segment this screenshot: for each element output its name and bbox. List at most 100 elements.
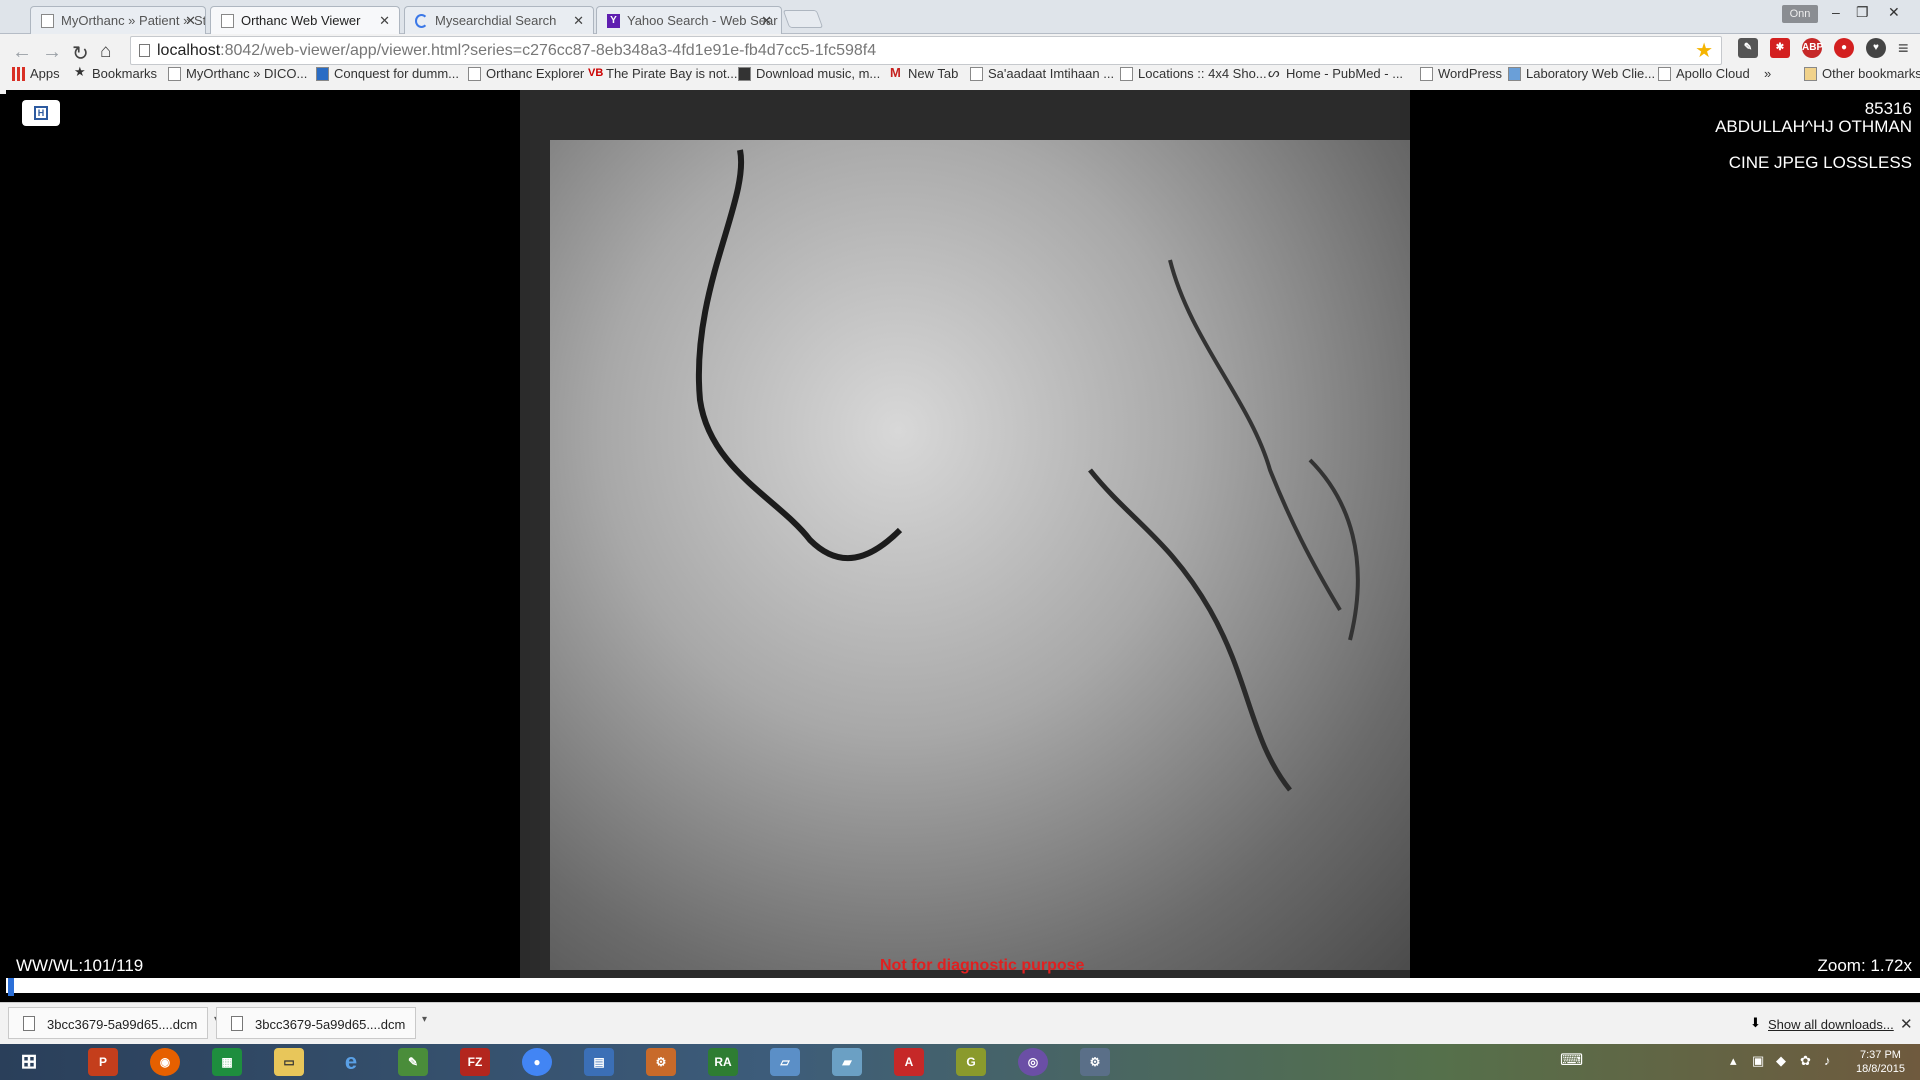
tray-app-icon[interactable]: ◆ <box>1776 1053 1786 1069</box>
download-item[interactable]: 3bcc3679-5a99d65....dcm ▾ <box>216 1007 427 1039</box>
powerpoint-icon[interactable]: P <box>88 1048 118 1076</box>
windows-start-icon[interactable]: ⊞ <box>14 1048 44 1076</box>
system-clock[interactable]: 7:37 PM 18/8/2015 <box>1856 1048 1905 1076</box>
internet-explorer-icon[interactable]: e <box>336 1048 366 1076</box>
download-filename: 3bcc3679-5a99d65....dcm <box>47 1017 198 1032</box>
back-icon[interactable]: ← <box>12 41 32 64</box>
adblock-icon[interactable]: ABP <box>1802 38 1823 58</box>
store-icon[interactable]: ▦ <box>212 1048 242 1076</box>
bookmark-other[interactable]: Other bookmarks <box>1804 66 1920 81</box>
close-downloads-icon[interactable]: ✕ <box>1900 1015 1913 1033</box>
zoom-readout: Zoom: 1.72x <box>1817 956 1913 975</box>
close-icon[interactable]: ✕ <box>185 13 196 29</box>
car-icon <box>738 67 751 81</box>
site-icon <box>316 67 329 81</box>
extension-icon[interactable]: ✎ <box>1738 38 1758 58</box>
new-tab-button[interactable] <box>782 10 824 28</box>
bookmarks-overflow[interactable]: » <box>1764 66 1771 81</box>
frame-slider[interactable] <box>6 978 1920 996</box>
pocket-icon[interactable]: ♥ <box>1866 38 1886 58</box>
reload-icon[interactable]: ↻ <box>72 41 89 66</box>
forward-icon[interactable]: → <box>42 41 62 64</box>
firefox-icon[interactable]: ◉ <box>150 1048 180 1076</box>
catheter-path <box>695 149 903 561</box>
page-icon <box>1120 67 1133 81</box>
slider-handle[interactable] <box>8 978 14 996</box>
keyboard-icon[interactable]: ⌨ <box>1560 1050 1583 1070</box>
app-icon[interactable]: ▰ <box>832 1048 862 1076</box>
app-g-icon[interactable]: G <box>956 1048 986 1076</box>
network-icon[interactable]: ▣ <box>1752 1053 1764 1069</box>
tray-app-icon[interactable]: ✿ <box>1800 1053 1811 1069</box>
file-icon <box>23 1016 35 1031</box>
bookmark-apollo[interactable]: Apollo Cloud <box>1658 66 1750 81</box>
app-icon[interactable]: ▱ <box>770 1048 800 1076</box>
close-icon[interactable]: ✕ <box>379 13 390 29</box>
bookmark-laboratory[interactable]: Laboratory Web Clie... <box>1508 66 1655 81</box>
menu-icon[interactable]: ≡ <box>1898 38 1909 59</box>
loading-icon <box>415 14 428 28</box>
layout-button[interactable]: H <box>22 100 60 126</box>
profile-button[interactable]: Onn <box>1782 5 1818 23</box>
tab-yahoo-search[interactable]: Y Yahoo Search - Web Sear ✕ <box>596 6 782 34</box>
file-explorer-icon[interactable]: ▭ <box>274 1048 304 1076</box>
angiography-image[interactable] <box>520 90 1410 978</box>
download-item[interactable]: 3bcc3679-5a99d65....dcm ▾ <box>8 1007 219 1039</box>
bookmark-locations[interactable]: Locations :: 4x4 Sho... <box>1120 66 1267 81</box>
bookmark-bookmarks[interactable]: ★ Bookmarks <box>74 64 157 81</box>
bookmark-orthanc-explorer[interactable]: Orthanc Explorer <box>468 66 584 81</box>
control-panel-icon[interactable]: ▤ <box>584 1048 614 1076</box>
lastpass-icon[interactable]: ✱ <box>1770 38 1790 58</box>
tab-label: Orthanc Web Viewer <box>241 13 361 28</box>
filezilla-icon[interactable]: FZ <box>460 1048 490 1076</box>
minimize-icon[interactable]: – <box>1832 4 1840 20</box>
page-icon <box>468 67 481 81</box>
home-icon[interactable]: ⌂ <box>100 41 111 63</box>
tab-orthanc-web-viewer[interactable]: Orthanc Web Viewer ✕ <box>210 6 400 35</box>
chrome-icon[interactable]: ● <box>522 1048 552 1076</box>
bookmark-label: Download music, m... <box>756 66 881 81</box>
app-icon[interactable]: ⚙ <box>646 1048 676 1076</box>
bookmark-wordpress[interactable]: WordPress <box>1420 66 1502 81</box>
bookmark-star-icon[interactable]: ★ <box>1695 38 1713 63</box>
settings-icon[interactable]: ⚙ <box>1080 1048 1110 1076</box>
app-icon[interactable]: ◎ <box>1018 1048 1048 1076</box>
yahoo-icon: Y <box>607 14 620 28</box>
dicom-viewport[interactable]: H 85316 ABDULLAH^HJ OTHMAN CINE JPEG LOS… <box>6 90 1920 978</box>
bookmark-label: The Pirate Bay is not... <box>606 66 738 81</box>
bookmark-myorthanc[interactable]: MyOrthanc » DICO... <box>168 66 307 81</box>
bookmark-label: Apps <box>30 66 60 81</box>
star-icon: ★ <box>74 64 86 79</box>
diagnostic-disclaimer: Not for diagnostic purpose <box>880 957 1085 974</box>
tab-myorthanc[interactable]: MyOrthanc » Patient » Stu ✕ <box>30 6 206 34</box>
address-bar[interactable]: localhost:8042/web-viewer/app/viewer.htm… <box>130 36 1722 65</box>
tab-mysearchdial[interactable]: Mysearchdial Search ✕ <box>404 6 594 34</box>
bookmark-new-tab[interactable]: M New Tab <box>890 65 958 81</box>
show-all-downloads-link[interactable]: Show all downloads... <box>1768 1017 1894 1032</box>
bookmark-apps[interactable]: Apps <box>12 66 60 81</box>
acrobat-icon[interactable]: A <box>894 1048 924 1076</box>
vessel-branch <box>1308 458 1360 641</box>
tab-label: Mysearchdial Search <box>435 13 557 28</box>
restore-icon[interactable]: ❐ <box>1856 4 1869 21</box>
volume-icon[interactable]: ♪ <box>1824 1053 1831 1068</box>
vessel-branch <box>1168 259 1342 612</box>
close-icon[interactable]: ✕ <box>761 13 772 29</box>
page-icon <box>1420 67 1433 81</box>
chevron-down-icon[interactable]: ▾ <box>422 1014 427 1025</box>
bookmark-label: Laboratory Web Clie... <box>1526 66 1656 81</box>
stop-icon[interactable]: ● <box>1834 38 1854 58</box>
close-window-icon[interactable]: ✕ <box>1888 4 1900 21</box>
bookmark-saaadaat[interactable]: Sa'aadaat Imtihaan ... <box>970 66 1114 81</box>
bookmark-label: Locations :: 4x4 Sho... <box>1138 66 1267 81</box>
bookmark-label: Apollo Cloud <box>1676 66 1750 81</box>
bookmark-conquest[interactable]: Conquest for dumm... <box>316 66 459 81</box>
bookmark-pubmed[interactable]: ᔕ Home - PubMed - ... <box>1268 65 1403 81</box>
bookmark-piratebay[interactable]: VB The Pirate Bay is not... <box>588 66 738 81</box>
evernote-icon[interactable]: ✎ <box>398 1048 428 1076</box>
bookmark-download-music[interactable]: Download music, m... <box>738 66 880 81</box>
radiant-icon[interactable]: RA <box>708 1048 738 1076</box>
tray-expand-icon[interactable]: ▴ <box>1730 1053 1737 1069</box>
clock-date: 18/8/2015 <box>1856 1063 1905 1075</box>
close-icon[interactable]: ✕ <box>573 13 584 29</box>
